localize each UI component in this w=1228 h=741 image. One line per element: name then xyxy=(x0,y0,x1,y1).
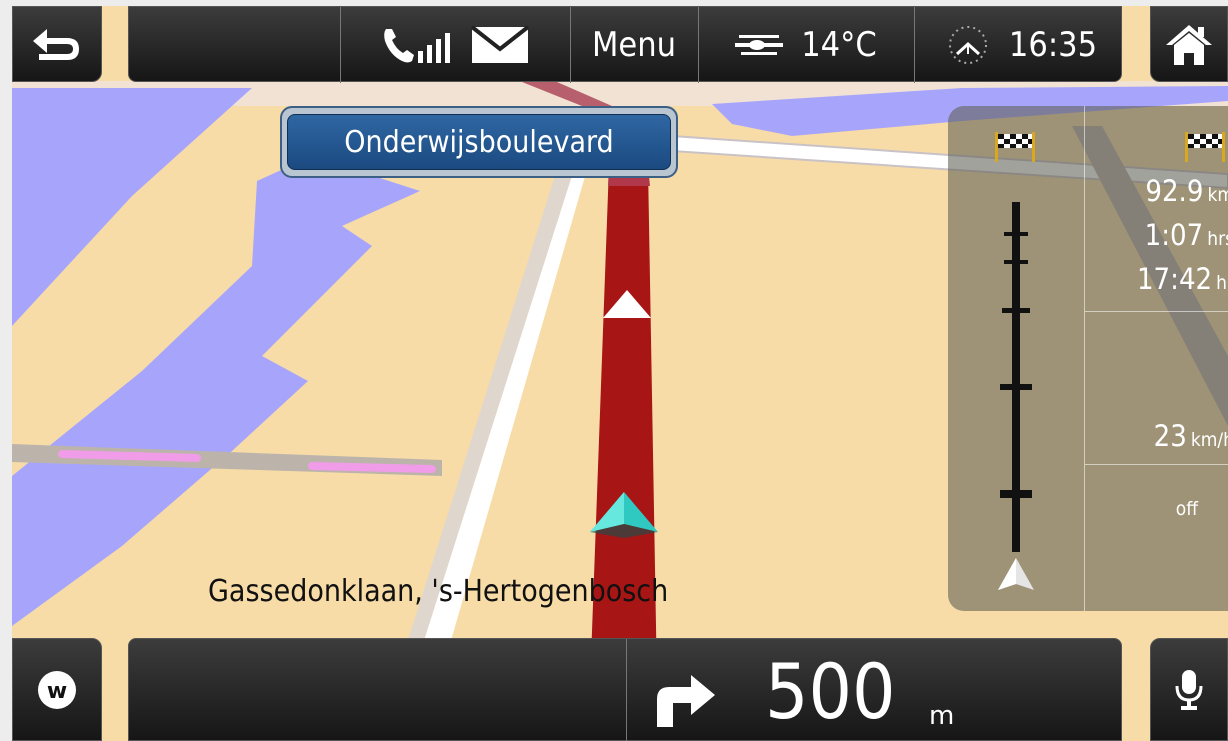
temperature-value: 14°C xyxy=(801,25,877,65)
sun-clock-icon xyxy=(948,26,987,64)
back-arrow-icon xyxy=(33,29,79,60)
clock-time: 16:35 xyxy=(1008,25,1098,65)
microphone-icon xyxy=(1175,669,1203,710)
current-speed: 23km/h xyxy=(1153,419,1228,453)
back-button[interactable] xyxy=(12,6,102,82)
next-turn-unit: m xyxy=(929,701,955,731)
next-street-name: Onderwijsboulevard xyxy=(344,124,614,160)
clock-button[interactable]: 16:35 xyxy=(915,7,1123,83)
fog-weather-icon xyxy=(735,35,784,55)
menu-button[interactable]: Menu xyxy=(571,7,697,83)
checkered-flag-icon xyxy=(995,132,1035,162)
speed-limit-status: off xyxy=(1175,498,1198,520)
turn-right-arrow-icon xyxy=(657,675,715,727)
next-turn-distance: 500 xyxy=(765,647,896,736)
next-turn-button[interactable]: 500 m xyxy=(627,639,1121,741)
route-progress-icon xyxy=(998,202,1034,590)
next-street-sign: Onderwijsboulevard xyxy=(280,106,678,178)
arrival-time: 17:42hr xyxy=(1136,262,1228,296)
home-icon xyxy=(1166,25,1212,65)
checkered-flag-icon xyxy=(1185,132,1225,162)
navigation-screen: Menu 14°C 16:35 Onderwijsboulevard 92.9 … xyxy=(12,6,1228,741)
status-bar: Menu 14°C 16:35 xyxy=(128,6,1123,83)
waze-w-icon: w xyxy=(38,670,76,709)
remaining-distance: 92.9 km xyxy=(1145,174,1228,208)
svg-text:w: w xyxy=(47,679,67,704)
phone-messages-button[interactable] xyxy=(341,7,569,83)
lane-info-area[interactable] xyxy=(129,639,626,741)
current-location-label: Gassedonklaan, 's-Hertogenbosch xyxy=(208,574,669,609)
remaining-time: 1:07hrs xyxy=(1144,218,1228,252)
bottom-bar: 500 m xyxy=(128,638,1122,741)
route-info-panel[interactable]: 92.9km 1:07hrs 17:42hr 23km/h off xyxy=(948,106,1228,611)
waze-button[interactable]: w xyxy=(12,638,102,741)
envelope-icon xyxy=(470,25,530,63)
weather-button[interactable]: 14°C xyxy=(699,7,913,83)
home-button[interactable] xyxy=(1150,6,1228,82)
phone-signal-icon xyxy=(384,29,450,63)
menu-label: Menu xyxy=(591,25,676,65)
voice-button[interactable] xyxy=(1150,638,1228,741)
